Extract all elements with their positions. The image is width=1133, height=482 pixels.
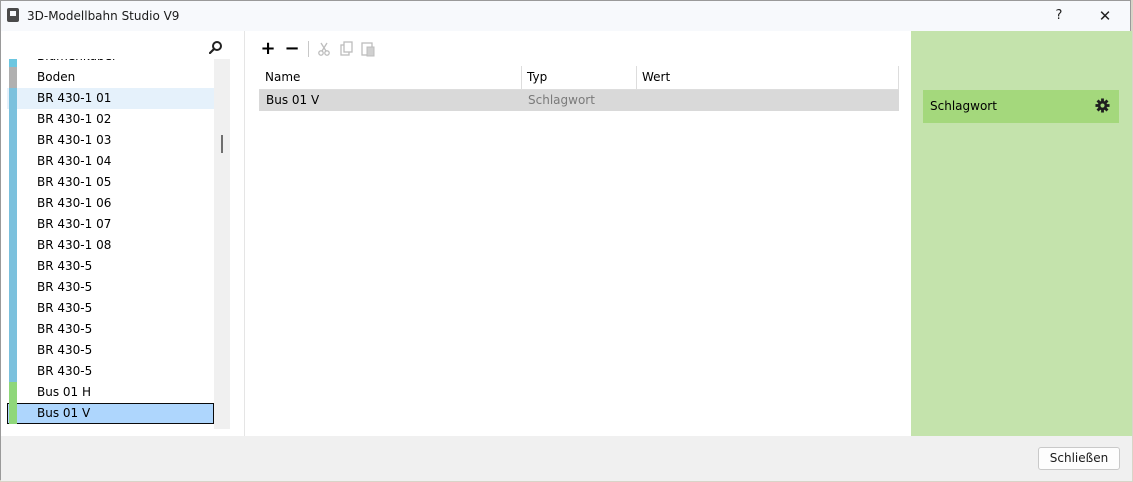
list-item-label: BR 430-5 (37, 364, 93, 378)
property-label: Schlagwort (930, 99, 997, 113)
add-button[interactable]: + (259, 39, 277, 59)
cell-value[interactable] (636, 90, 896, 111)
color-marker (9, 88, 17, 109)
window-title: 3D-Modellbahn Studio V9 (27, 9, 180, 23)
property-row-schlagwort[interactable]: Schlagwort (923, 90, 1119, 123)
copy-icon[interactable] (337, 39, 355, 59)
color-marker (9, 109, 17, 130)
dialog-footer: Schließen (1, 436, 1132, 481)
object-list[interactable]: › Blumenkübel Boden BR 430-1 01 BR 430-1 02 B… (7, 59, 214, 429)
list-item[interactable]: › Blumenkübel (7, 59, 214, 67)
list-item-label: BR 430-1 03 (37, 133, 112, 147)
list-item-label: BR 430-1 05 (37, 175, 112, 189)
list-item[interactable]: BR 430-5 (7, 361, 214, 382)
list-item[interactable]: BR 430-1 06 (7, 193, 214, 214)
color-marker (9, 193, 17, 214)
column-name[interactable]: Name (259, 66, 521, 89)
list-item-label: BR 430-5 (37, 301, 93, 315)
list-item-label: BR 430-1 06 (37, 196, 112, 210)
chevron-right-icon[interactable]: › (21, 59, 25, 67)
object-list-pane: › Blumenkübel Boden BR 430-1 01 BR 430-1 02 B… (7, 31, 231, 431)
gear-icon[interactable] (1095, 98, 1110, 113)
color-marker (9, 361, 17, 382)
column-separator (898, 66, 899, 89)
list-item[interactable]: BR 430-1 04 (7, 151, 214, 172)
dialog-window: 3D-Modellbahn Studio V9 ? ✕ › Blumenkübel… (0, 0, 1132, 481)
color-marker (9, 277, 17, 298)
list-item[interactable]: BR 430-5 (7, 277, 214, 298)
color-marker (9, 172, 17, 193)
list-item[interactable]: Bus 01 H (7, 382, 214, 403)
list-item[interactable]: Bus 01 V (7, 403, 214, 424)
column-type[interactable]: Typ (521, 66, 636, 89)
list-item[interactable]: BR 430-1 03 (7, 130, 214, 151)
list-item-label: Boden (37, 70, 76, 84)
close-window-button[interactable]: ✕ (1094, 5, 1116, 27)
list-item[interactable]: BR 430-5 (7, 319, 214, 340)
color-marker (9, 235, 17, 256)
list-item-label: Bus 01 V (37, 406, 91, 420)
help-button[interactable]: ? (1048, 5, 1070, 27)
list-item-label: Blumenkübel (37, 59, 115, 63)
grid-header: Name Typ Wert (259, 66, 899, 90)
list-item[interactable]: BR 430-1 02 (7, 109, 214, 130)
color-marker (9, 151, 17, 172)
list-item-label: BR 430-5 (37, 343, 93, 357)
search-icon[interactable] (209, 40, 223, 54)
list-item-label: BR 430-1 04 (37, 154, 112, 168)
list-item[interactable]: BR 430-5 (7, 340, 214, 361)
keyword-pane: + − Name Typ Wert Bus 01 V Schlagwort (244, 31, 905, 436)
content-area: › Blumenkübel Boden BR 430-1 01 BR 430-1 02 B… (1, 31, 1132, 436)
list-item[interactable]: BR 430-1 08 (7, 235, 214, 256)
color-marker (9, 319, 17, 340)
paste-icon[interactable] (359, 39, 377, 59)
table-row[interactable]: Bus 01 V Schlagwort (259, 90, 899, 111)
list-item-label: BR 430-1 02 (37, 112, 112, 126)
list-item[interactable]: BR 430-1 01 (7, 88, 214, 109)
color-marker (9, 382, 17, 403)
list-item-label: BR 430-1 01 (37, 91, 112, 105)
list-item-label: Bus 01 H (37, 385, 92, 399)
toolbar-separator (308, 41, 309, 57)
color-marker (9, 59, 17, 67)
list-item[interactable]: BR 430-5 (7, 256, 214, 277)
properties-pane: Schlagwort (911, 31, 1132, 436)
scroll-thumb[interactable] (221, 135, 223, 153)
list-item-label: BR 430-1 07 (37, 217, 112, 231)
app-icon (7, 8, 19, 22)
cell-type: Schlagwort (528, 93, 595, 107)
list-item-label: BR 430-5 (37, 322, 93, 336)
color-marker (9, 340, 17, 361)
list-item-label: BR 430-5 (37, 259, 93, 273)
list-item[interactable]: Boden (7, 67, 214, 88)
column-value[interactable]: Wert (636, 66, 896, 89)
list-item[interactable]: BR 430-1 07 (7, 214, 214, 235)
color-marker (9, 298, 17, 319)
title-bar: 3D-Modellbahn Studio V9 ? ✕ (1, 1, 1130, 31)
list-item-label: BR 430-5 (37, 280, 93, 294)
list-item[interactable]: BR 430-1 05 (7, 172, 214, 193)
cut-icon[interactable] (315, 39, 333, 59)
list-item-label: BR 430-1 08 (37, 238, 112, 252)
list-item[interactable]: BR 430-5 (7, 298, 214, 319)
color-marker (9, 256, 17, 277)
color-marker (9, 67, 17, 88)
color-marker (9, 214, 17, 235)
color-marker (9, 130, 17, 151)
close-button[interactable]: Schließen (1038, 447, 1120, 470)
remove-button[interactable]: − (283, 39, 301, 59)
cell-name: Bus 01 V (266, 93, 320, 107)
list-scrollbar[interactable] (214, 59, 230, 429)
color-marker (9, 403, 17, 424)
